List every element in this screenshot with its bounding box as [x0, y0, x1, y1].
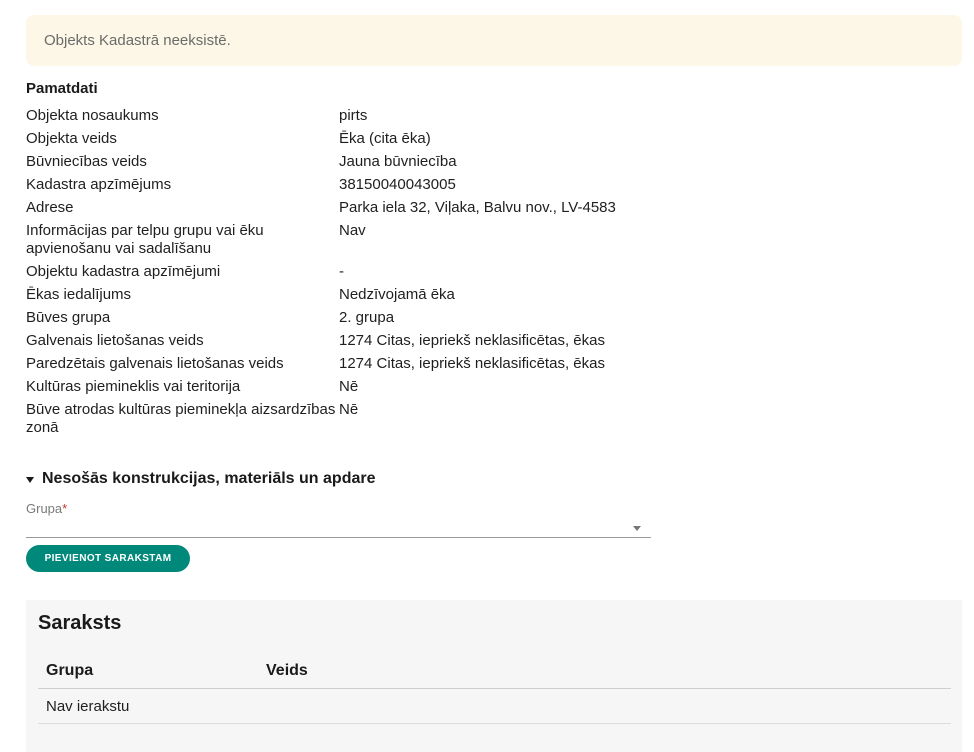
column-header-type: Veids [266, 662, 308, 679]
dropdown-arrow-icon [633, 526, 641, 531]
detail-row: Būve atrodas kultūras pieminekļa aizsard… [26, 401, 666, 437]
detail-value: Nē [339, 401, 359, 418]
table-empty-row: Nav ierakstu [38, 689, 951, 724]
alert-message: Objekts Kadastrā neeksistē. [44, 32, 231, 49]
detail-value: Parka iela 32, Viļaka, Balvu nov., LV-45… [339, 199, 616, 216]
detail-value: 1274 Citas, iepriekš neklasificētas, ēka… [339, 332, 605, 349]
add-to-list-button[interactable]: PIEVIENOT SARAKSTAM [26, 545, 190, 572]
detail-value: Nav [339, 222, 366, 239]
detail-label: Galvenais lietošanas veids [26, 332, 204, 349]
detail-row: Paredzētais galvenais lietošanas veids 1… [26, 355, 666, 373]
detail-label: Objekta nosaukums [26, 107, 159, 124]
column-header-group: Grupa [46, 662, 94, 679]
constructions-section-toggle[interactable]: Nesošās konstrukcijas, materiāls un apda… [26, 470, 375, 488]
list-title: Saraksts [38, 612, 122, 634]
detail-row: Objektu kadastra apzīmējumi - [26, 263, 666, 281]
group-field-label: Grupa* [26, 501, 67, 516]
detail-value: 38150040043005 [339, 176, 456, 193]
detail-row: Būvniecības veids Jauna būvniecība [26, 153, 666, 171]
list-panel: Saraksts Grupa Veids Nav ierakstu [26, 600, 962, 752]
table-header: Grupa Veids [38, 654, 951, 689]
constructions-section-title: Nesošās konstrukcijas, materiāls un apda… [42, 470, 376, 487]
detail-value: - [339, 263, 344, 280]
detail-label: Būves grupa [26, 309, 111, 326]
detail-row: Ēkas iedalījums Nedzīvojamā ēka [26, 286, 666, 304]
detail-label: Objekta veids [26, 130, 117, 147]
basic-data-list: Objekta nosaukums pirts Objekta veids Ēk… [26, 107, 666, 442]
detail-row: Galvenais lietošanas veids 1274 Citas, i… [26, 332, 666, 350]
caret-down-icon [26, 476, 34, 483]
detail-label: Kadastra apzīmējums [26, 176, 172, 193]
detail-row: Būves grupa 2. grupa [26, 309, 666, 327]
detail-row: Kadastra apzīmējums 38150040043005 [26, 176, 666, 194]
detail-value: Ēka (cita ēka) [339, 130, 431, 147]
detail-label: Informācijas par telpu grupu vai ēku apv… [26, 222, 264, 257]
detail-value: Jauna būvniecība [339, 153, 457, 170]
detail-value: Nedzīvojamā ēka [339, 286, 455, 303]
detail-label: Paredzētais galvenais lietošanas veids [26, 355, 284, 372]
detail-row: Informācijas par telpu grupu vai ēku apv… [26, 222, 666, 258]
detail-label: Kultūras piemineklis vai teritorija [26, 378, 241, 395]
detail-row: Kultūras piemineklis vai teritorija Nē [26, 378, 666, 396]
detail-row: Objekta veids Ēka (cita ēka) [26, 130, 666, 148]
detail-label: Būvniecības veids [26, 153, 147, 170]
basic-data-title: Pamatdati [26, 80, 98, 97]
list-table: Grupa Veids Nav ierakstu [38, 654, 951, 724]
detail-row: Adrese Parka iela 32, Viļaka, Balvu nov.… [26, 199, 666, 217]
detail-value: pirts [339, 107, 368, 124]
detail-label: Ēkas iedalījums [26, 286, 132, 303]
page: Objekts Kadastrā neeksistē. Pamatdati Ob… [0, 0, 974, 752]
group-select[interactable] [26, 517, 651, 538]
required-mark: * [62, 501, 68, 516]
warning-alert: Objekts Kadastrā neeksistē. [26, 15, 962, 66]
detail-label: Būve atrodas kultūras pieminekļa aizsard… [26, 401, 336, 436]
detail-label: Adrese [26, 199, 74, 216]
detail-value: 2. grupa [339, 309, 395, 326]
group-label-text: Grupa [26, 501, 63, 516]
detail-label: Objektu kadastra apzīmējumi [26, 263, 221, 280]
detail-value: Nē [339, 378, 359, 395]
detail-value: 1274 Citas, iepriekš neklasificētas, ēka… [339, 355, 605, 372]
detail-row: Objekta nosaukums pirts [26, 107, 666, 125]
